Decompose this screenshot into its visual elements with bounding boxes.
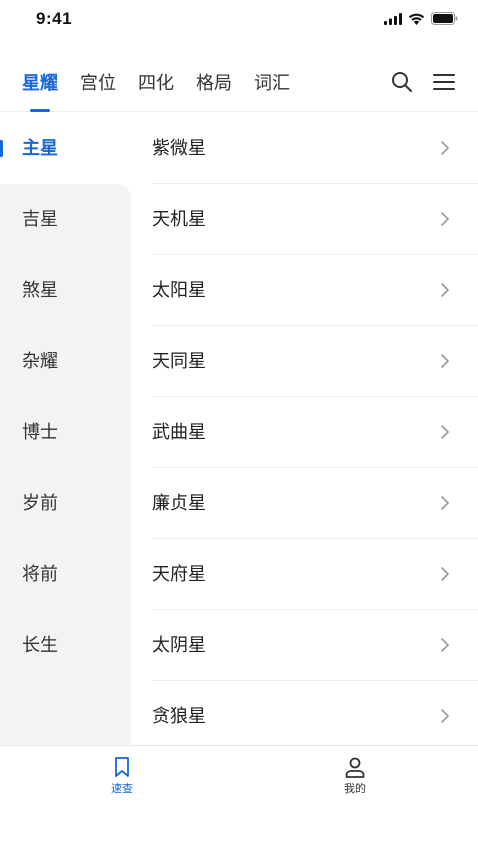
wifi-icon [408,13,425,25]
signal-icon [384,12,402,25]
list-item-label: 紫微星 [152,138,206,159]
tab-gongwei[interactable]: 宫位 [80,68,116,100]
chevron-right-icon [441,567,449,581]
chevron-right-icon [441,709,449,723]
chevron-right-icon [441,141,449,155]
bottom-tab-wode[interactable]: 我的 [325,756,385,796]
status-icons [384,12,458,25]
chevron-right-icon [441,638,449,652]
list-item[interactable]: 太阳星 [131,255,478,326]
status-bar: 9:41 [0,0,478,44]
chevron-right-icon [441,212,449,226]
list-item[interactable]: 天同星 [131,326,478,397]
bottom-tab-suicha[interactable]: 速查 [92,756,152,796]
list-item-label: 天机星 [152,209,206,230]
top-nav: 星耀 宫位 四化 格局 词汇 [0,60,478,112]
bottom-tab-label: 我的 [344,782,366,795]
list-item[interactable]: 贪狼星 [131,681,478,745]
list-item-label: 天同星 [152,351,206,372]
tab-cihui[interactable]: 词汇 [254,68,290,100]
list-item-label: 太阳星 [152,280,206,301]
list-item-label: 天府星 [152,564,206,585]
list-item-label: 廉贞星 [152,493,206,514]
sidebar-item-changsheng[interactable]: 长生 [0,610,131,681]
list-item[interactable]: 廉贞星 [131,468,478,539]
sidebar-item-boshi[interactable]: 博士 [0,397,131,468]
nav-actions [390,70,456,94]
status-time: 9:41 [36,9,73,28]
sidebar-item-zayao[interactable]: 杂耀 [0,326,131,397]
chevron-right-icon [441,496,449,510]
list-item[interactable]: 紫微星 [131,113,478,184]
menu-icon[interactable] [432,70,456,94]
chevron-right-icon [441,283,449,297]
sidebar-item-jiangqian[interactable]: 将前 [0,539,131,610]
list-item-label: 太阴星 [152,635,206,656]
tab-sihua[interactable]: 四化 [138,68,174,100]
list-item[interactable]: 天府星 [131,539,478,610]
tab-geju[interactable]: 格局 [196,68,232,100]
list-item[interactable]: 太阴星 [131,610,478,681]
list-item[interactable]: 天机星 [131,184,478,255]
bookmark-icon [115,757,129,777]
star-list: 紫微星 天机星 太阳星 天同星 武曲星 廉贞星 天府星 太阴星 贪狼星 [131,113,478,745]
list-item-label: 贪狼星 [152,706,206,727]
chevron-right-icon [441,425,449,439]
sidebar-item-shaxing[interactable]: 煞星 [0,255,131,326]
chevron-right-icon [441,354,449,368]
bottom-tab-label: 速查 [111,782,133,795]
sidebar-item-suiqian[interactable]: 岁前 [0,468,131,539]
list-item[interactable]: 武曲星 [131,397,478,468]
tab-xingyao[interactable]: 星耀 [22,68,58,100]
user-icon [345,757,365,778]
category-tabs: 星耀 宫位 四化 格局 词汇 [22,68,312,100]
bottom-tab-bar: 速查 我的 [0,745,478,850]
search-icon[interactable] [390,70,414,94]
sidebar-item-zhuxing[interactable]: 主星 [0,113,131,184]
list-item-label: 武曲星 [152,422,206,443]
battery-icon [431,12,458,25]
sidebar-item-jixing[interactable]: 吉星 [0,184,131,255]
sidebar: 主星 吉星 煞星 杂耀 博士 岁前 将前 长生 [0,113,131,745]
